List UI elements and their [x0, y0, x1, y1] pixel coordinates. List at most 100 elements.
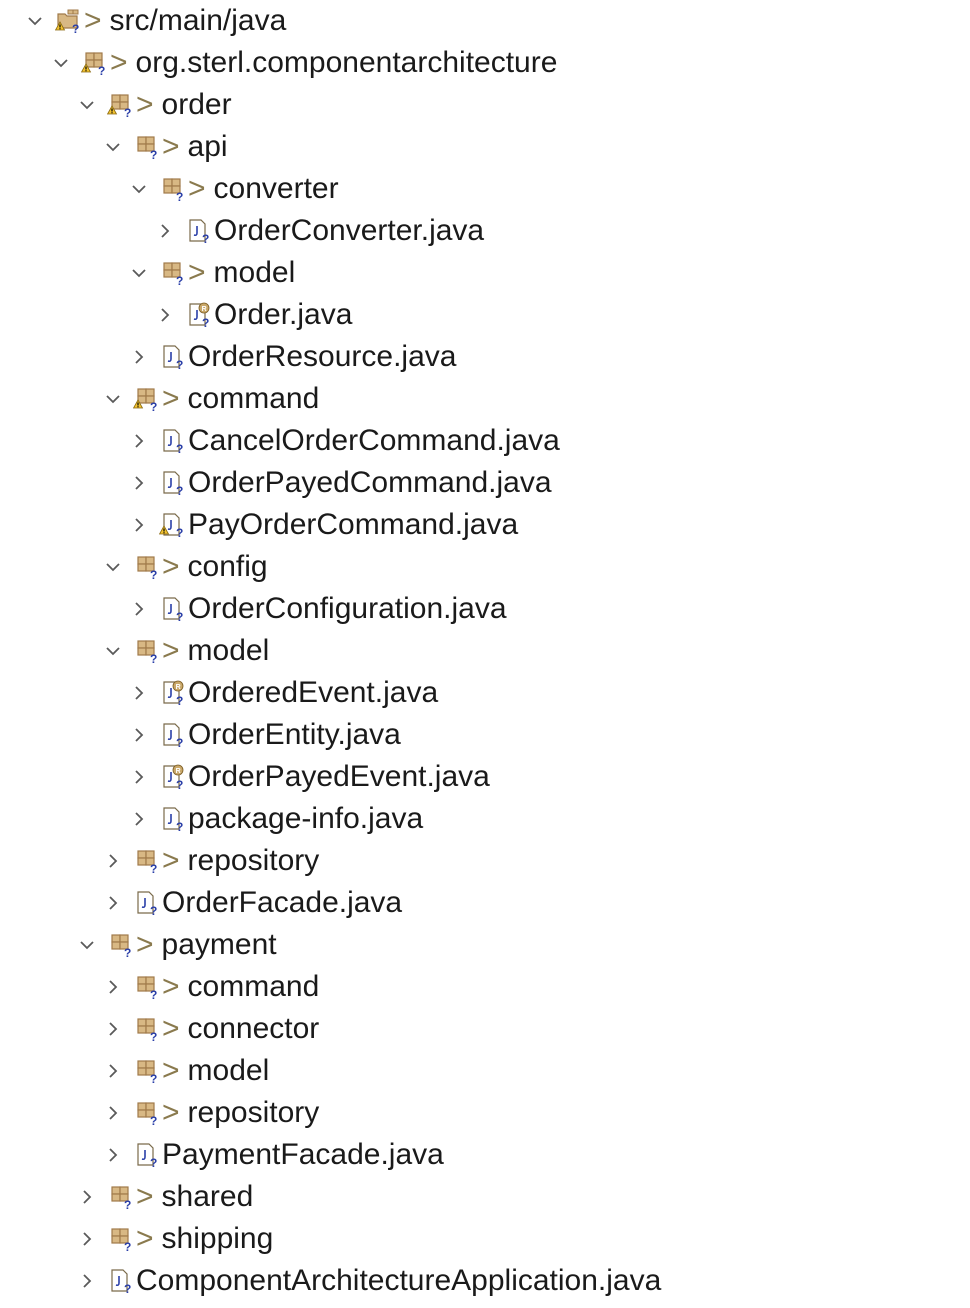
tree-item-order-java[interactable]: R? Order.java — [152, 294, 352, 336]
svg-text:?: ? — [176, 526, 183, 538]
svg-text:?: ? — [176, 610, 183, 622]
chevron-right-icon[interactable] — [100, 1092, 126, 1134]
tree-item-src-main-java[interactable]: ? > src/main/java — [22, 0, 286, 42]
tree-item-orderpayedevent-java[interactable]: R? OrderPayedEvent.java — [126, 756, 490, 798]
svg-text:?: ? — [150, 568, 157, 580]
tree-item-shipping[interactable]: ? > shipping — [74, 1218, 273, 1260]
decoration-marker: > — [188, 172, 206, 205]
chevron-right-icon[interactable] — [100, 840, 126, 882]
tree-item-connector[interactable]: ? > connector — [100, 1008, 319, 1050]
chevron-right-icon[interactable] — [100, 966, 126, 1008]
tree-item-repository[interactable]: ? > repository — [100, 1092, 319, 1134]
tree-item-order[interactable]: ? > order — [74, 84, 232, 126]
package-icon: ? — [132, 1092, 160, 1134]
chevron-down-icon[interactable] — [48, 42, 74, 84]
chevron-right-icon[interactable] — [126, 672, 152, 714]
package-warning-icon: ? — [80, 42, 108, 84]
tree-item-label: PaymentFacade.java — [162, 1138, 444, 1171]
svg-text:?: ? — [124, 1198, 131, 1210]
chevron-right-icon[interactable] — [126, 462, 152, 504]
tree-item-paymentfacade-java[interactable]: ? PaymentFacade.java — [100, 1134, 444, 1176]
tree-item-converter[interactable]: ? > converter — [126, 168, 339, 210]
tree-item-label: OrderPayedCommand.java — [188, 466, 552, 499]
chevron-right-icon[interactable] — [74, 1218, 100, 1260]
chevron-down-icon[interactable] — [74, 84, 100, 126]
tree-item-model[interactable]: ? > model — [126, 252, 295, 294]
chevron-right-icon[interactable] — [126, 336, 152, 378]
tree-item-label: OrderPayedEvent.java — [188, 760, 490, 793]
chevron-right-icon[interactable] — [74, 1176, 100, 1218]
tree-item-orderentity-java[interactable]: ? OrderEntity.java — [126, 714, 401, 756]
decoration-marker: > — [162, 844, 180, 877]
chevron-right-icon[interactable] — [74, 1260, 100, 1302]
chevron-right-icon[interactable] — [100, 1008, 126, 1050]
chevron-right-icon[interactable] — [126, 588, 152, 630]
svg-text:?: ? — [176, 358, 183, 370]
chevron-right-icon[interactable] — [126, 798, 152, 840]
tree-item-cancelordercommand-java[interactable]: ? CancelOrderCommand.java — [126, 420, 560, 462]
svg-text:?: ? — [150, 904, 157, 916]
decoration-marker: > — [162, 970, 180, 1003]
svg-text:?: ? — [150, 148, 157, 160]
chevron-right-icon[interactable] — [100, 882, 126, 924]
tree-item-componentarchitectureapplication-java[interactable]: ? ComponentArchitectureApplication.java — [74, 1260, 661, 1302]
tree-item-orderedevent-java[interactable]: R? OrderedEvent.java — [126, 672, 438, 714]
tree-item-model[interactable]: ? > model — [100, 630, 269, 672]
decoration-marker: > — [188, 256, 206, 289]
tree-item-label: OrderFacade.java — [162, 886, 403, 919]
chevron-down-icon[interactable] — [100, 126, 126, 168]
svg-text:?: ? — [202, 316, 209, 328]
package-icon: ? — [132, 1008, 160, 1050]
tree-item-repository[interactable]: ? > repository — [100, 840, 319, 882]
svg-text:?: ? — [124, 1240, 131, 1252]
tree-item-org-sterl-componentarchitecture[interactable]: ? > org.sterl.componentarchitecture — [48, 42, 557, 84]
tree-item-package-info-java[interactable]: ? package-info.java — [126, 798, 423, 840]
tree-item-shared[interactable]: ? > shared — [74, 1176, 253, 1218]
tree-item-payordercommand-java[interactable]: ? PayOrderCommand.java — [126, 504, 518, 546]
chevron-down-icon[interactable] — [100, 630, 126, 672]
svg-text:?: ? — [176, 694, 183, 706]
tree-item-config[interactable]: ? > config — [100, 546, 268, 588]
chevron-right-icon[interactable] — [152, 210, 178, 252]
tree-item-command[interactable]: ? > command — [100, 378, 319, 420]
tree-item-label: command — [187, 382, 320, 415]
tree-item-orderconverter-java[interactable]: ? OrderConverter.java — [152, 210, 484, 252]
chevron-down-icon[interactable] — [126, 252, 152, 294]
tree-item-orderfacade-java[interactable]: ? OrderFacade.java — [100, 882, 402, 924]
tree-item-label: repository — [187, 844, 320, 877]
chevron-down-icon[interactable] — [74, 924, 100, 966]
decoration-marker: > — [136, 1222, 154, 1255]
chevron-right-icon[interactable] — [126, 420, 152, 462]
svg-text:?: ? — [72, 22, 79, 34]
chevron-right-icon[interactable] — [126, 504, 152, 546]
tree-item-label: OrderConverter.java — [214, 214, 485, 247]
chevron-down-icon[interactable] — [22, 0, 48, 42]
package-icon: ? — [158, 168, 186, 210]
tree-item-api[interactable]: ? > api — [100, 126, 228, 168]
svg-text:R: R — [202, 306, 207, 313]
svg-text:?: ? — [176, 484, 183, 496]
tree-item-model[interactable]: ? > model — [100, 1050, 269, 1092]
java-record-file-icon: R? — [184, 294, 212, 336]
tree-item-payment[interactable]: ? > payment — [74, 924, 277, 966]
tree-item-label: OrderEntity.java — [188, 718, 401, 751]
chevron-down-icon[interactable] — [100, 546, 126, 588]
tree-item-command[interactable]: ? > command — [100, 966, 319, 1008]
chevron-right-icon[interactable] — [126, 756, 152, 798]
package-icon: ? — [132, 126, 160, 168]
chevron-down-icon[interactable] — [126, 168, 152, 210]
svg-text:?: ? — [150, 862, 157, 874]
tree-item-orderpayedcommand-java[interactable]: ? OrderPayedCommand.java — [126, 462, 552, 504]
java-record-file-icon: R? — [158, 756, 186, 798]
chevron-right-icon[interactable] — [152, 294, 178, 336]
tree-item-orderconfiguration-java[interactable]: ? OrderConfiguration.java — [126, 588, 507, 630]
tree-item-label: OrderedEvent.java — [188, 676, 439, 709]
svg-text:?: ? — [202, 232, 209, 244]
chevron-right-icon[interactable] — [126, 714, 152, 756]
chevron-right-icon[interactable] — [100, 1050, 126, 1092]
chevron-down-icon[interactable] — [100, 378, 126, 420]
chevron-right-icon[interactable] — [100, 1134, 126, 1176]
tree-item-orderresource-java[interactable]: ? OrderResource.java — [126, 336, 456, 378]
svg-text:R: R — [176, 684, 181, 691]
svg-text:?: ? — [150, 1114, 157, 1126]
